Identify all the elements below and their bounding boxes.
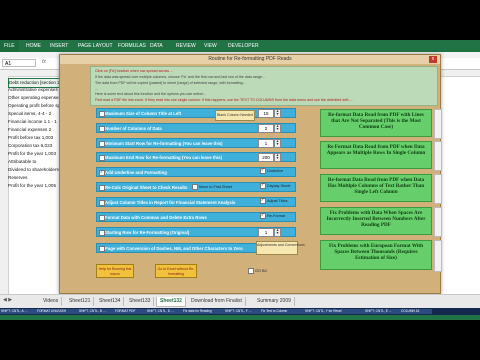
- display-sheet-check[interactable]: Display Sheet: [260, 182, 291, 189]
- check-label: Move to First Sheet: [199, 185, 232, 189]
- reformat-multiple-columns-button[interactable]: Re-format Data Read from PDF when Data H…: [320, 174, 432, 202]
- num-columns-field[interactable]: 2: [258, 124, 274, 133]
- tab-insert[interactable]: INSERT: [50, 43, 68, 49]
- video-letterbox-bottom: [0, 320, 480, 360]
- preview-thumbnail: [434, 141, 442, 171]
- help-panel: Click on [Fix] function when row spread …: [90, 66, 438, 106]
- fix-spaces-button[interactable]: Fix Problems with Data When Spaces Are I…: [320, 207, 432, 235]
- option-label: Re-Calc Original Sheet to Check Results: [105, 185, 188, 190]
- option-label: Page with Conversion of Dashes, NM, and …: [105, 246, 243, 251]
- taskbar-item-4[interactable]: FORMAT PDF: [114, 309, 146, 314]
- taskbar: SHIFT, CNTL, A … FORMAT UNLEASH SHIFT, C…: [0, 308, 480, 315]
- sheet-tab-summary[interactable]: Summary 2009: [254, 297, 295, 306]
- spinner-icon[interactable]: ▲ ▼: [274, 124, 281, 133]
- fix-european-format-button[interactable]: Fix Problems with European Format With S…: [320, 240, 432, 270]
- checkbox-icon[interactable]: [260, 197, 266, 204]
- help-macro-button[interactable]: Help for Running this macro: [96, 264, 134, 278]
- tab-review[interactable]: REVIEW: [176, 43, 196, 49]
- underline-check[interactable]: Underline: [260, 167, 284, 174]
- spinner-icon[interactable]: ▲ ▼: [274, 109, 281, 118]
- taskbar-item-8[interactable]: Fix Text to Column: [260, 309, 304, 314]
- check-label: Re-Format: [267, 214, 286, 218]
- taskbar-item-10[interactable]: SHIFT, CNTL, E ...: [364, 309, 400, 314]
- help-line-4: ...: [95, 87, 98, 91]
- taskbar-item-9[interactable]: SHIFT, CNTL, Y for Reset: [304, 309, 364, 314]
- preview-thumbnail: [434, 240, 442, 272]
- reformat-check[interactable]: Re-Format: [260, 212, 286, 219]
- tab-home[interactable]: HOME: [26, 43, 41, 49]
- preview-thumbnail: [434, 174, 442, 204]
- fx-icon: fx: [42, 59, 46, 65]
- taskbar-item-6[interactable]: Fix data for Reading: [182, 309, 224, 314]
- option-label: Add Underline and Formatting: [105, 170, 167, 175]
- option-label: Number of Columns of Data: [105, 126, 162, 131]
- spinner-icon[interactable]: ▲ ▼: [274, 228, 281, 237]
- help-line-1: Click on [Fix] function when row spread …: [95, 69, 174, 73]
- checkbox-icon[interactable]: [192, 184, 198, 190]
- option-label: Minimum Start Row for Re-formatting (You…: [105, 141, 223, 146]
- reformat-not-separated-button[interactable]: Re-format Data Read from PDF with Lines …: [320, 109, 432, 137]
- sheet-tab-videos[interactable]: Videos: [40, 297, 63, 306]
- tab-data[interactable]: DATA: [150, 43, 163, 49]
- checkbox-icon[interactable]: [248, 268, 254, 274]
- reformat-multiple-rows-button[interactable]: Re Format Data Read from PDF when Data A…: [320, 141, 432, 169]
- help-line-3: The data from PDF will be copied (pasted…: [95, 81, 246, 85]
- max-end-row-field[interactable]: 200: [258, 153, 274, 162]
- help-line-6: First read a PDF file into excel. If the…: [95, 98, 353, 102]
- close-icon[interactable]: x: [429, 56, 437, 63]
- tab-view[interactable]: VIEW: [204, 43, 217, 49]
- taskbar-item-7[interactable]: SHIFT, CNTL, F …: [224, 309, 260, 314]
- taskbar-item-1[interactable]: SHIFT, CNTL, A …: [0, 309, 36, 314]
- tab-formulas[interactable]: FORMULAS: [118, 43, 146, 49]
- sheet-tab-134[interactable]: Sheet134: [96, 297, 125, 306]
- option-label: Format Data with Commas and Delete Extra…: [105, 215, 207, 220]
- spinner-icon[interactable]: ▲ ▼: [274, 153, 281, 162]
- option-label: Adjust Column Titles in Report for Finan…: [105, 200, 236, 205]
- taskbar-item-3[interactable]: SHIFT, CNTL, B …: [78, 309, 114, 314]
- taskbar-item-11[interactable]: COLUMN 16: [400, 309, 432, 314]
- check-label: GO BC: [255, 269, 268, 273]
- go-excel-button[interactable]: Go to Excel without Re-formatting: [155, 264, 197, 278]
- taskbar-item-2[interactable]: FORMAT UNLEASH: [36, 309, 78, 314]
- name-box[interactable]: A1: [2, 59, 36, 67]
- sheet-tab-132[interactable]: Sheet132: [156, 297, 186, 307]
- option-label: Starting Row for Re-Formatting (Original…: [105, 230, 190, 235]
- sheet-tab-bar: ◀ ▶ Videos Sheet121 Sheet134 Sheet133 Sh…: [0, 294, 480, 309]
- help-line-5: Here is some text about this function an…: [95, 92, 206, 96]
- sheet-tab-133[interactable]: Sheet133: [126, 297, 155, 306]
- tab-developer[interactable]: DEVELOPER: [228, 43, 259, 49]
- checkbox-icon[interactable]: [260, 167, 266, 174]
- checkbox-icon[interactable]: [260, 212, 266, 219]
- check-label: Underline: [267, 169, 284, 173]
- option-label: Maximum Size of Column Title at Left: [105, 111, 182, 116]
- starting-row-field[interactable]: 1: [258, 228, 274, 237]
- go-bc-check[interactable]: GO BC: [248, 268, 267, 274]
- check-label: Adjust Titles: [267, 199, 288, 203]
- sheet-nav-arrows[interactable]: ◀ ▶: [3, 297, 12, 303]
- taskbar-item-5[interactable]: SHIFT, CNTL, D …: [146, 309, 182, 314]
- sheet-tab-download[interactable]: Download from Finalist: [188, 297, 246, 306]
- tab-page-layout[interactable]: PAGE LAYOUT: [78, 43, 113, 49]
- adjust-titles-check[interactable]: Adjust Titles: [260, 197, 288, 204]
- checkbox-icon[interactable]: [260, 182, 266, 189]
- video-letterbox-top: [0, 0, 480, 40]
- status-bar: SHIFT, CNTL, A … FORMAT UNLEASH SHIFT, C…: [0, 308, 480, 320]
- help-line-2: If the data was spread over multiple col…: [95, 75, 265, 79]
- adjustments-button[interactable]: Adjustments and Conversions: [256, 241, 305, 255]
- excel-window: FILE HOME INSERT PAGE LAYOUT FORMULAS DA…: [0, 40, 480, 320]
- option-label: Maximum End Row for Re-formatting (You c…: [105, 155, 222, 160]
- tab-file[interactable]: FILE: [0, 40, 19, 52]
- sheet-tab-121[interactable]: Sheet121: [66, 297, 95, 306]
- max-title-size-field[interactable]: 15: [258, 109, 274, 118]
- spinner-icon[interactable]: ▲ ▼: [274, 139, 281, 148]
- reformat-dialog: Routine for Re-formatting PDF Reads x Cl…: [59, 54, 442, 294]
- min-start-row-field[interactable]: 1: [258, 139, 274, 148]
- preview-thumbnail: [434, 109, 442, 139]
- dialog-title: Routine for Re-formatting PDF Reads: [60, 55, 440, 64]
- move-first-sheet-check[interactable]: Move to First Sheet: [192, 184, 232, 190]
- check-label: Display Sheet: [267, 184, 291, 188]
- preview-thumbnail: [434, 207, 442, 237]
- ribbon-tab-bar: FILE HOME INSERT PAGE LAYOUT FORMULAS DA…: [0, 40, 480, 52]
- blank-column-button[interactable]: Blank Column Needed: [215, 110, 255, 121]
